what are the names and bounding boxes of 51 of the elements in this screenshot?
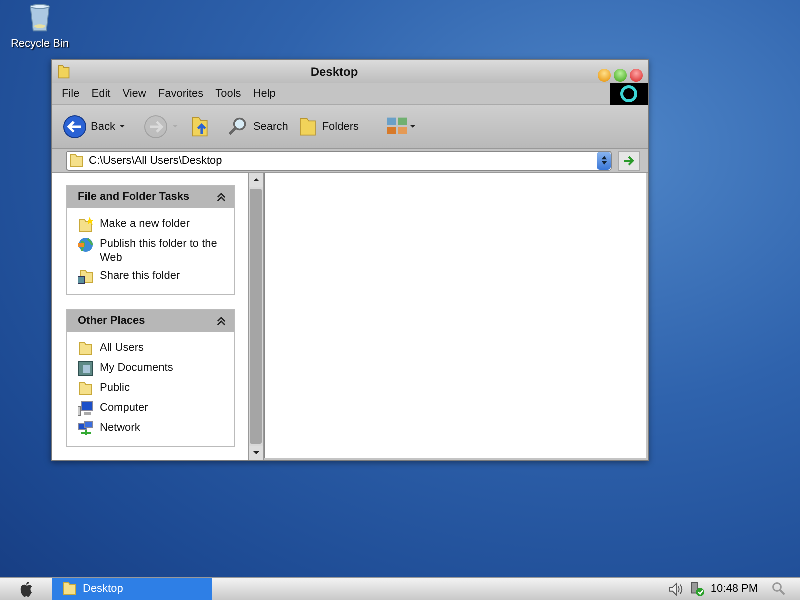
task-link[interactable]: Publish this folder to the Web: [100, 237, 225, 265]
documents-icon: [78, 361, 94, 377]
menu-item[interactable]: View: [116, 88, 152, 100]
speaker-icon[interactable]: [668, 582, 684, 596]
menu-item[interactable]: Tools: [210, 88, 248, 100]
go-button[interactable]: [618, 150, 640, 170]
network-status-icon[interactable]: [690, 582, 705, 596]
task-link[interactable]: Share this folder: [100, 269, 180, 283]
scroll-down-arrow-icon[interactable]: [252, 450, 260, 456]
menu-item[interactable]: Edit: [86, 88, 117, 100]
collapse-chevron-icon[interactable]: [217, 316, 226, 326]
close-button[interactable]: [630, 69, 643, 82]
dropdown-button[interactable]: [597, 152, 611, 170]
scroll-up-arrow-icon[interactable]: [252, 177, 260, 183]
folder-icon: [62, 581, 78, 597]
new-folder-icon: [78, 217, 94, 233]
folder-icon: [69, 152, 85, 168]
collapse-chevron-icon[interactable]: [217, 192, 226, 202]
task-link[interactable]: Make a new folder: [100, 217, 190, 231]
globe-icon: [78, 237, 94, 253]
folder-icon: [78, 381, 94, 397]
right-arrow-icon: [623, 154, 635, 166]
folder-icon: [57, 64, 71, 80]
desktop-icon-label: Recycle Bin: [10, 38, 70, 50]
apple-logo-icon[interactable]: [18, 580, 34, 598]
address-bar[interactable]: C:\Users\All Users\Desktop: [66, 150, 612, 170]
share-folder-icon: [78, 269, 94, 285]
folder-icon: [78, 341, 94, 357]
panel-title: File and Folder Tasks: [78, 191, 190, 203]
throbber-logo: [610, 82, 648, 105]
window-title: Desktop: [310, 64, 360, 78]
task-link[interactable]: My Documents: [100, 361, 174, 375]
menu-item[interactable]: Favorites: [152, 88, 210, 100]
menu-item[interactable]: File: [56, 88, 86, 100]
network-icon: [78, 421, 94, 437]
clock: 10:48 PM: [710, 583, 758, 595]
caret-icon[interactable]: [119, 124, 126, 129]
views-icon: [385, 116, 418, 138]
back-button[interactable]: Back: [60, 112, 130, 140]
task-link[interactable]: Network: [100, 421, 140, 435]
taskbar-button[interactable]: Desktop: [52, 578, 212, 600]
computer-icon: [78, 401, 94, 417]
task-link[interactable]: All Users: [100, 341, 144, 355]
panel-title: Other Places: [78, 315, 146, 327]
search-button[interactable]: Search: [224, 114, 292, 140]
up-down-arrows-icon: [600, 155, 608, 166]
task-link[interactable]: Computer: [100, 401, 148, 415]
task-link[interactable]: Public: [100, 381, 130, 395]
folders-button[interactable]: Folders: [295, 112, 362, 140]
menu-item[interactable]: Help: [247, 88, 282, 100]
scrollbar[interactable]: [248, 173, 264, 460]
